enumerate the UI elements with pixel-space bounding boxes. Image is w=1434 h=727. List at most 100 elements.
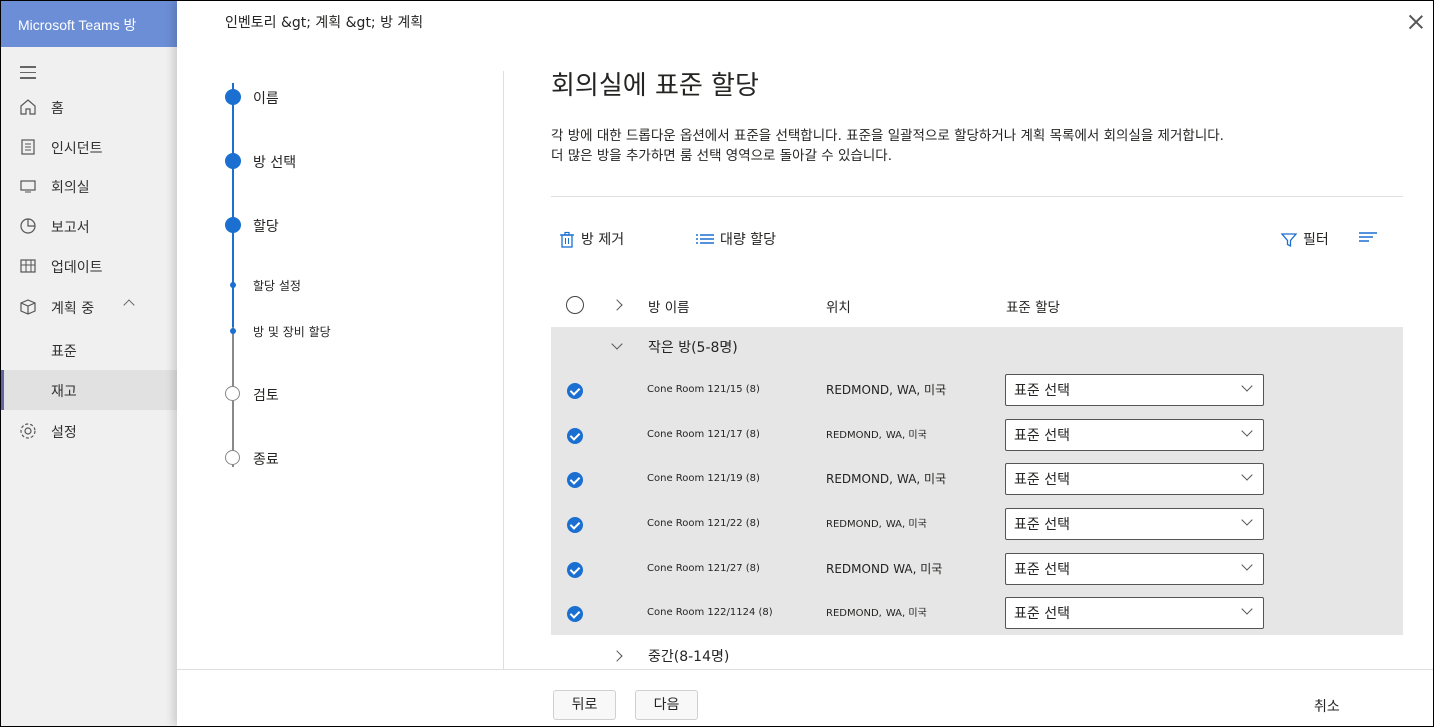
page-description: 각 방에 대한 드롭다운 옵션에서 표준을 선택합니다. 표준을 일괄적으로 할… — [551, 126, 1371, 166]
dialog-footer: 뒤로 다음 취소 — [177, 669, 1433, 726]
nav-label-home: 홈 — [51, 101, 64, 117]
step-current-dot — [225, 217, 241, 233]
bulk-assign-button[interactable]: 대량 할당 — [696, 229, 776, 249]
step-done-dot — [225, 89, 241, 105]
column-header-standard[interactable]: 표준 할당 — [1006, 296, 1060, 316]
column-header-name[interactable]: 방 이름 — [648, 296, 690, 316]
next-button[interactable]: 다음 — [635, 690, 698, 720]
row-checkbox[interactable] — [567, 606, 583, 622]
nav-label-rooms: 회의실 — [51, 180, 90, 196]
room-location: REDMOND, WA, 미국 — [826, 430, 927, 441]
row-checkbox[interactable] — [567, 428, 583, 444]
bulk-assign-label: 대량 할당 — [720, 232, 776, 248]
wizard-stepper: 이름 방 선택 할당 할당 설정 방 및 장비 할당 검토 종료 — [177, 71, 504, 671]
page-title: 회의실에 표준 할당 — [551, 71, 759, 101]
room-location: REDMOND, WA, 미국 — [826, 608, 927, 619]
description-line-2: 더 많은 방을 추가하면 룸 선택 영역으로 돌아갈 수 있습니다. — [551, 148, 892, 164]
chevron-down-icon — [1241, 514, 1253, 526]
nav-item-settings[interactable]: 설정 — [1, 411, 177, 451]
chevron-down-icon — [1241, 425, 1253, 437]
step-label: 종료 — [253, 452, 279, 468]
row-checkbox[interactable] — [567, 472, 583, 488]
nav-label-incidents: 인시던트 — [51, 141, 103, 157]
standard-select[interactable]: 표준 선택 — [1005, 553, 1264, 585]
nav-item-incidents[interactable]: 인시던트 — [1, 127, 177, 167]
remove-room-label: 방 제거 — [581, 232, 625, 248]
row-checkbox[interactable] — [567, 383, 583, 399]
nav-label-planning: 계획 중 — [51, 301, 95, 317]
standard-select[interactable]: 표준 선택 — [1005, 374, 1264, 406]
chevron-down-icon — [1241, 603, 1253, 615]
step-todo-dot — [225, 386, 240, 401]
nav-label-reports: 보고서 — [51, 220, 90, 236]
app-header: Microsoft Teams 방 — [1, 1, 201, 47]
table-row: Cone Room 121/17 (8) REDMOND, WA, 미국 표준 선… — [551, 419, 1403, 464]
step-todo-dot — [225, 450, 240, 465]
back-button[interactable]: 뒤로 — [553, 690, 616, 720]
step-label: 이름 — [253, 91, 279, 107]
chevron-right-icon[interactable] — [611, 299, 623, 311]
nav-item-inventory[interactable]: 재고 — [1, 370, 177, 410]
column-header-location[interactable]: 위치 — [826, 296, 851, 316]
step-label: 방 선택 — [253, 155, 297, 171]
substep-dot — [230, 328, 236, 334]
row-checkbox[interactable] — [567, 517, 583, 533]
room-location: REDMOND, WA, 미국 — [826, 383, 947, 397]
nav-label-standards: 표준 — [51, 344, 77, 360]
plan-dialog: 인벤토리 &gt; 계획 &gt; 방 계획 이름 방 선택 할당 할당 설정 — [177, 1, 1433, 726]
step-label: 검토 — [253, 388, 279, 404]
nav-label-updates: 업데이트 — [51, 260, 103, 276]
room-name: Cone Room 121/19 (8) — [647, 473, 760, 484]
standard-select[interactable]: 표준 선택 — [1005, 508, 1264, 540]
room-group-small: 작은 방(5-8명) Cone Room 121/15 (8) REDMOND,… — [551, 327, 1403, 635]
group-title: 작은 방(5-8명) — [648, 340, 738, 356]
room-group-medium: 중간(8-14명) — [551, 642, 1403, 672]
room-location: REDMOND, WA, 미국 — [826, 472, 947, 486]
list-icon — [696, 234, 714, 244]
nav-item-standards[interactable]: 표준 — [1, 330, 177, 370]
divider — [551, 196, 1403, 197]
stepper-progress-line — [232, 83, 234, 327]
grid-icon — [20, 259, 36, 273]
chevron-down-icon — [1241, 559, 1253, 571]
chevron-up-icon — [123, 299, 135, 311]
nav-item-home[interactable]: 홈 — [1, 87, 177, 127]
nav-item-updates[interactable]: 업데이트 — [1, 246, 177, 286]
sort-icon — [1359, 232, 1377, 242]
table-row: Cone Room 122/1124 (8) REDMOND, WA, 미국 표준… — [551, 597, 1403, 642]
select-all-checkbox[interactable] — [566, 296, 584, 314]
group-title: 중간(8-14명) — [648, 649, 730, 665]
filter-button[interactable]: 필터 — [1280, 229, 1329, 249]
sort-button[interactable] — [1359, 229, 1383, 245]
nav-item-reports[interactable]: 보고서 — [1, 206, 177, 246]
table-row: Cone Room 121/27 (8) REDMOND WA, 미국 표준 선택 — [551, 553, 1403, 598]
app-sidebar: 홈 인시던트 회의실 보고서 업데이트 계획 중 표준 재고 설정 — [1, 47, 201, 726]
table-row: Cone Room 121/15 (8) REDMOND, WA, 미국 표준 선… — [551, 374, 1403, 419]
nav-item-planning[interactable]: 계획 중 — [1, 287, 177, 327]
room-name: Cone Room 122/1124 (8) — [647, 607, 773, 618]
step-label: 할당 — [253, 219, 279, 235]
table-header: 방 이름 위치 표준 할당 — [551, 291, 1403, 327]
chevron-down-icon[interactable] — [611, 338, 623, 350]
filter-icon — [1280, 233, 1298, 248]
chevron-right-icon[interactable] — [611, 650, 623, 662]
remove-room-button[interactable]: 방 제거 — [559, 229, 624, 249]
gear-icon — [20, 423, 36, 439]
row-checkbox[interactable] — [567, 562, 583, 578]
substep-dot — [230, 282, 236, 288]
filter-label: 필터 — [1303, 232, 1329, 248]
nav-label-settings: 설정 — [51, 425, 77, 441]
hamburger-menu-icon[interactable] — [20, 66, 36, 83]
window: Microsoft Teams 방 홈 인시던트 회의실 보고서 업데이트 계획… — [0, 0, 1434, 727]
box-icon — [20, 299, 36, 315]
standard-select[interactable]: 표준 선택 — [1005, 463, 1264, 495]
cancel-button[interactable]: 취소 — [1314, 696, 1340, 716]
room-name: Cone Room 121/22 (8) — [647, 518, 760, 529]
standard-select[interactable]: 표준 선택 — [1005, 419, 1264, 451]
description-line-1: 각 방에 대한 드롭다운 옵션에서 표준을 선택합니다. 표준을 일괄적으로 할… — [551, 128, 1224, 144]
close-icon[interactable] — [1407, 13, 1425, 31]
nav-item-rooms[interactable]: 회의실 — [1, 166, 177, 206]
table-row: Cone Room 121/19 (8) REDMOND, WA, 미국 표준 선… — [551, 463, 1403, 508]
step-label: 할당 설정 — [253, 279, 301, 293]
standard-select[interactable]: 표준 선택 — [1005, 597, 1264, 629]
